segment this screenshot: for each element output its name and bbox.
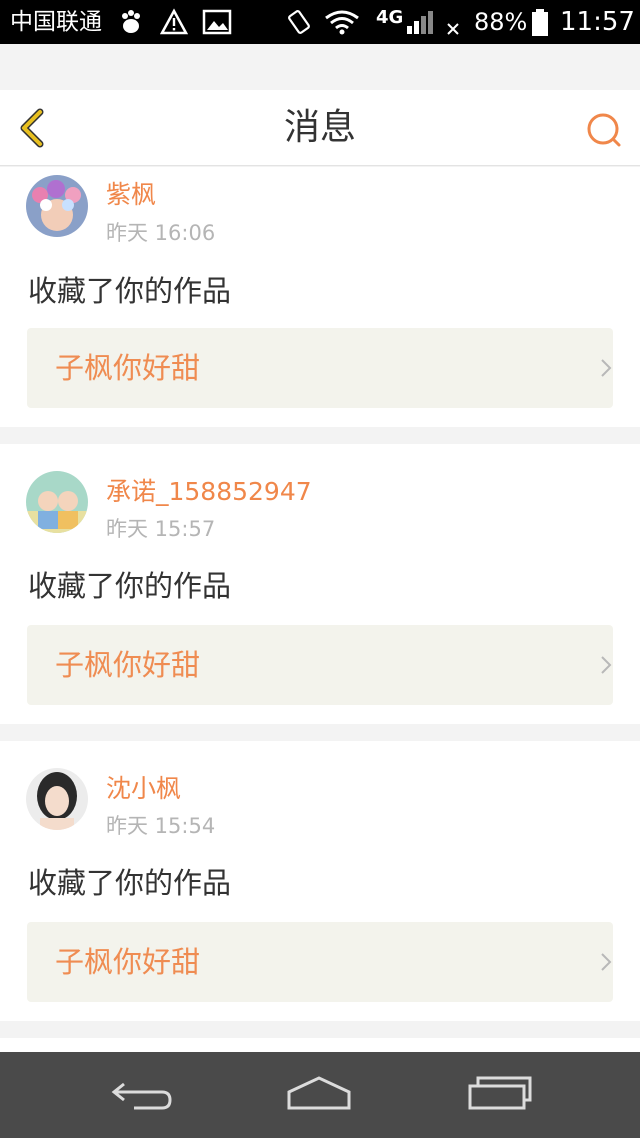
battery-percent: 88% [474,8,528,36]
chevron-right-icon [601,359,612,377]
wifi-icon [325,10,359,35]
message-card: 承诺_158852947 昨天 15:57 收藏了你的作品 子枫你好甜 [0,444,640,724]
signal-icon-1 [407,11,433,34]
avatar[interactable] [26,175,88,237]
work-link[interactable]: 子枫你好甜 [27,922,613,1002]
avatar[interactable] [26,768,88,830]
message-action: 收藏了你的作品 [28,569,232,603]
message-card: 沈小枫 昨天 15:54 收藏了你的作品 子枫你好甜 [0,741,640,1021]
home-icon[interactable] [285,1072,353,1112]
page-title: 消息 [283,107,356,148]
status-bar: 中国联通 4G 88% 11:57 [0,0,640,44]
work-title: 子枫你好甜 [55,351,201,385]
message-action: 收藏了你的作品 [28,274,232,308]
username[interactable]: 承诺_158852947 [106,476,312,508]
username[interactable]: 紫枫 [106,179,156,211]
avatar[interactable] [26,471,88,533]
network-type: 4G [376,7,404,28]
app-header: 消息 [0,90,640,166]
work-title: 子枫你好甜 [55,945,201,979]
vibrate-icon [288,10,310,34]
top-spacer [0,44,640,90]
search-icon[interactable] [584,110,624,150]
image-icon [202,9,232,35]
chevron-right-icon [601,953,612,971]
system-nav-bar [0,1052,640,1138]
baidu-paw-icon [122,10,140,33]
work-title: 子枫你好甜 [55,648,201,682]
work-link[interactable]: 子枫你好甜 [27,625,613,705]
carrier-name: 中国联通 [10,9,102,35]
signal-icon-2 [447,23,459,35]
message-time: 昨天 15:57 [106,517,216,541]
message-time: 昨天 15:54 [106,814,216,838]
status-clock: 11:57 [560,7,635,37]
chevron-right-icon [601,656,612,674]
recents-icon[interactable] [466,1072,534,1112]
username[interactable]: 沈小枫 [106,773,181,805]
work-link[interactable]: 子枫你好甜 [27,328,613,408]
battery-icon [532,9,548,36]
back-icon[interactable] [110,1072,174,1112]
message-card-partial [0,1038,640,1052]
message-time: 昨天 16:06 [106,221,216,245]
message-action: 收藏了你的作品 [28,866,232,900]
message-card: 紫枫 昨天 16:06 收藏了你的作品 子枫你好甜 [0,167,640,427]
warning-icon [160,8,188,35]
